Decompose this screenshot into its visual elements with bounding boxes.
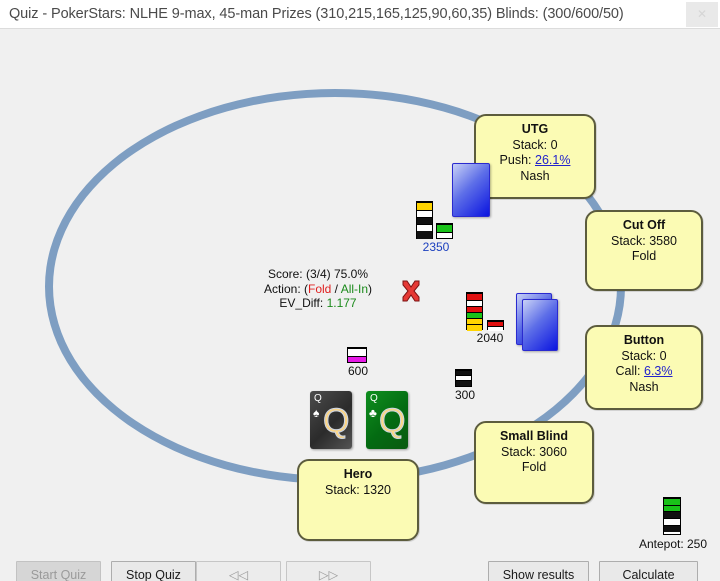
chipstack-utg-bet-amount: 2350 — [422, 240, 450, 254]
window-title: Quiz - PokerStars: NLHE 9-max, 45-man Pr… — [9, 6, 624, 22]
card-back-utg — [452, 163, 490, 217]
quiz-feedback: Score: (3/4) 75.0% Action: (Fold / All-I… — [228, 267, 408, 311]
seat-utg-action: Push: 26.1% — [476, 153, 594, 169]
hero-card-1-rank: Q — [314, 393, 322, 404]
action-close-paren: ) — [368, 281, 373, 296]
show-results-button[interactable]: Show results — [488, 561, 589, 581]
seat-button-action: Call: 6.3% — [587, 364, 701, 380]
action-divider: / — [331, 281, 341, 296]
seat-small-blind-stack: Stack: 3060 — [500, 444, 567, 459]
stop-quiz-button[interactable]: Stop Quiz — [111, 561, 196, 581]
chipstack-big-blind-bet: 600 — [347, 347, 369, 378]
score-value: (3/4) 75.0% — [305, 267, 369, 281]
seat-cutoff-name: Cut Off — [622, 218, 666, 232]
chipstack-pot: 2040 — [466, 292, 514, 345]
poker-table-area: UTG Stack: 0 Push: 26.1% Nash Cut Off St… — [0, 29, 720, 581]
seat-hero-name: Hero — [343, 467, 373, 481]
seat-cutoff-action: Fold — [631, 249, 657, 263]
chipstack-small-blind-amount: 300 — [454, 388, 476, 402]
hero-card-1-big-rank: Q — [322, 402, 350, 440]
action-chosen: Fold — [308, 281, 332, 296]
previous-hand-button[interactable]: ◁◁ — [196, 561, 281, 581]
chip-column-green — [436, 223, 453, 239]
seat-button-name: Button — [623, 333, 665, 347]
antepot-label: Antepot: 250 — [638, 537, 708, 551]
action-row: Action: (Fold / All-In) — [228, 282, 408, 297]
seat-button-action-pct[interactable]: 6.3% — [644, 364, 673, 378]
title-bar: Quiz - PokerStars: NLHE 9-max, 45-man Pr… — [0, 0, 720, 29]
seat-button-stack: Stack: 0 — [621, 348, 667, 363]
chipstack-big-blind-amount: 600 — [347, 364, 369, 378]
seat-small-blind[interactable]: Small Blind Stack: 3060 Fold — [474, 421, 594, 504]
score-label: Score: — [267, 267, 303, 281]
seat-button[interactable]: Button Stack: 0 Call: 6.3% Nash — [585, 325, 703, 410]
evdiff-row: EV_Diff: 1.177 — [228, 296, 408, 311]
seat-hero[interactable]: Hero Stack: 1320 — [297, 459, 419, 541]
evdiff-label: EV_Diff: — [279, 296, 324, 310]
quiz-window: Quiz - PokerStars: NLHE 9-max, 45-man Pr… — [0, 0, 720, 581]
seat-utg-source: Nash — [520, 168, 550, 183]
seat-small-blind-name: Small Blind — [499, 429, 569, 443]
chip-column-black — [416, 201, 433, 239]
hero-card-2-suit-icon: ♣ — [369, 406, 377, 420]
action-correct: All-In — [340, 281, 369, 296]
chip-column-pot-side — [487, 320, 504, 331]
evdiff-value: 1.177 — [326, 296, 357, 310]
card-back-button-b — [522, 299, 558, 351]
seat-utg-name: UTG — [521, 122, 549, 136]
score-row: Score: (3/4) 75.0% — [228, 267, 408, 282]
seat-utg-action-label: Push: — [499, 153, 532, 167]
seat-hero-stack: Stack: 1320 — [324, 482, 391, 497]
chipstack-utg-bet: 2350 — [416, 201, 456, 254]
chip-column-antepot — [663, 497, 681, 535]
seat-button-action-label: Call: — [615, 364, 641, 378]
seat-utg-stack: Stack: 0 — [512, 137, 558, 152]
chip-column-magenta — [347, 347, 367, 363]
calculate-button[interactable]: Calculate — [599, 561, 698, 581]
chip-column-pot-main — [466, 292, 483, 331]
seat-small-blind-action: Fold — [521, 460, 547, 474]
seat-utg[interactable]: UTG Stack: 0 Push: 26.1% Nash — [474, 114, 596, 199]
seat-utg-action-pct[interactable]: 26.1% — [535, 153, 570, 167]
next-hand-button[interactable]: ▷▷ — [286, 561, 371, 581]
close-icon[interactable]: ✕ — [686, 2, 718, 27]
chip-column-blackwhite — [455, 369, 472, 387]
chipstack-pot-amount: 2040 — [476, 331, 504, 345]
seat-cutoff[interactable]: Cut Off Stack: 3580 Fold — [585, 210, 703, 291]
hero-card-2: Q ♣ Q — [366, 391, 408, 449]
hero-card-1: Q ♠ Q — [310, 391, 352, 449]
cross-mark-icon — [402, 280, 420, 302]
chipstack-small-blind-bet: 300 — [455, 369, 475, 402]
hero-card-2-rank: Q — [370, 393, 378, 404]
seat-button-source: Nash — [629, 379, 659, 394]
action-label: Action: — [263, 281, 301, 296]
hero-card-1-suit-icon: ♠ — [313, 406, 320, 420]
hero-card-2-big-rank: Q — [378, 402, 406, 440]
start-quiz-button[interactable]: Start Quiz — [16, 561, 101, 581]
seat-cutoff-stack: Stack: 3580 — [610, 233, 677, 248]
